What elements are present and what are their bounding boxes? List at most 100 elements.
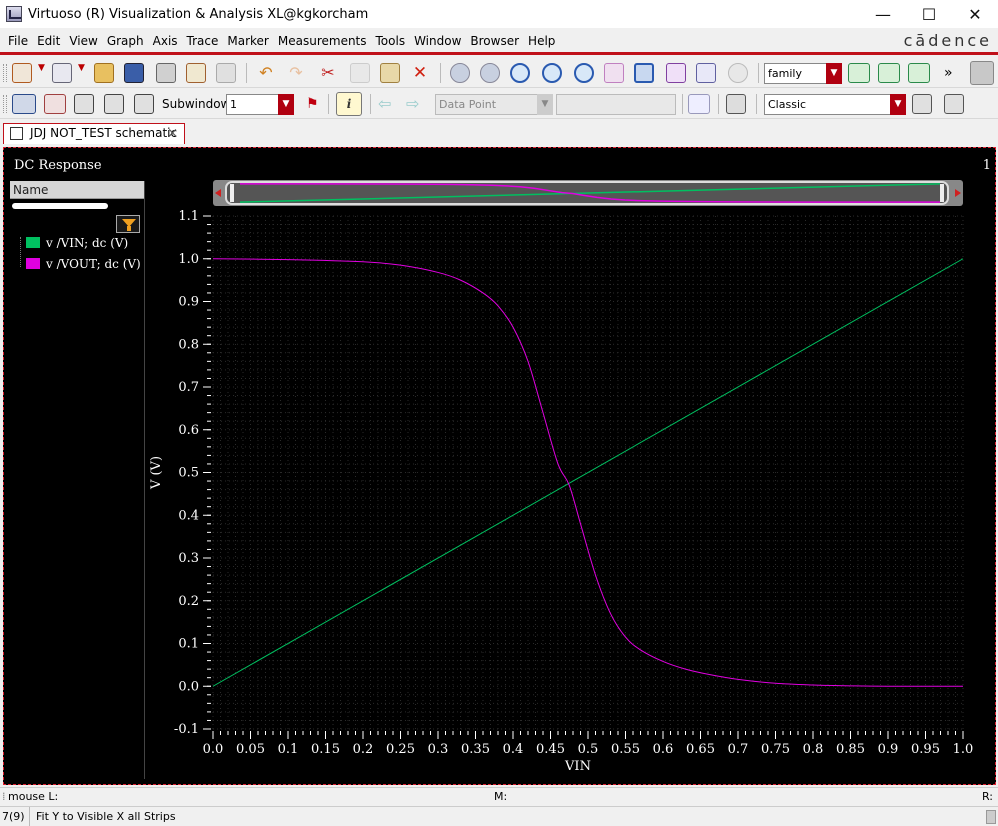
menu-measurements[interactable]: Measurements (278, 34, 367, 48)
overlay-icon[interactable] (908, 63, 930, 83)
mouse-right-label: R: (982, 790, 994, 803)
family-combo-value: family (768, 67, 802, 80)
copy-icon[interactable] (350, 63, 370, 83)
horizontal-split-icon[interactable] (74, 94, 94, 114)
style-combo[interactable]: Classic ▼ (764, 94, 906, 115)
delete-icon[interactable]: ✕ (410, 63, 430, 83)
flag-icon[interactable]: ⚑ (306, 94, 320, 114)
x-tick-label: 0.15 (311, 742, 340, 757)
overview-trace-vout (239, 183, 940, 203)
new-window-icon[interactable] (12, 63, 32, 83)
zoom-xy-icon[interactable] (696, 63, 716, 83)
maximize-button[interactable]: ☐ (906, 0, 952, 28)
zoom-x-icon[interactable] (604, 63, 624, 83)
zoom-icon[interactable] (510, 63, 530, 83)
zoom-out-circle-icon[interactable] (450, 63, 470, 83)
grid-toggle-icon[interactable] (970, 61, 994, 85)
menu-help[interactable]: Help (528, 34, 555, 48)
histogram-icon[interactable] (688, 94, 710, 114)
cards-icon[interactable] (44, 94, 66, 114)
vertical-split-icon[interactable] (104, 94, 124, 114)
x-axis-label: VIN (564, 759, 591, 774)
subwindow-title: DC Response (14, 158, 102, 173)
fit-icon[interactable] (634, 63, 654, 83)
legend-label-vin: v /VIN; dc (V) (46, 236, 129, 250)
overview-left-handle (230, 184, 234, 202)
strip-chart-icon[interactable] (848, 63, 870, 83)
x-tick-label: 0.05 (236, 742, 265, 757)
legend-header[interactable]: Name (10, 181, 144, 199)
print-icon[interactable] (156, 63, 176, 83)
legend-entry-vout[interactable]: v /VOUT; dc (V) (26, 254, 141, 274)
subwindow-combo[interactable]: 1 ▼ (226, 94, 294, 115)
zoom-disabled-icon[interactable] (728, 63, 748, 83)
cut-icon[interactable]: ✂ (318, 63, 338, 83)
window-list-icon[interactable] (912, 94, 932, 114)
chevron-down-icon[interactable]: ▼ (278, 94, 294, 115)
menu-edit[interactable]: Edit (37, 34, 60, 48)
minimize-button[interactable]: — (860, 0, 906, 28)
subwindow-label: Subwindow: (162, 97, 234, 111)
data-point-combo[interactable]: Data Point ▼ (435, 94, 553, 115)
window-title: Virtuoso (R) Visualization & Analysis XL… (28, 6, 369, 22)
paste-icon[interactable] (380, 63, 400, 83)
x-tick-label: 0.2 (353, 742, 374, 757)
menu-view[interactable]: View (69, 34, 97, 48)
chevron-down-icon[interactable]: ▼ (537, 94, 553, 115)
legend-swatch-vout (26, 258, 40, 269)
menu-trace[interactable]: Trace (187, 34, 219, 48)
info-icon[interactable]: i (336, 92, 362, 116)
save-icon[interactable] (124, 63, 144, 83)
zoom-y-icon[interactable] (666, 63, 686, 83)
menu-axis[interactable]: Axis (153, 34, 178, 48)
legend-search-input[interactable] (12, 203, 108, 209)
x-tick-label: 0.25 (386, 742, 415, 757)
resize-grip-icon[interactable] (986, 810, 996, 824)
prev-arrow-icon[interactable]: ⇦ (378, 94, 400, 114)
menu-window[interactable]: Window (414, 34, 461, 48)
tab-not-test-schematic[interactable]: JDJ NOT_TEST schematic × (3, 123, 185, 144)
stack-icon[interactable] (878, 63, 900, 83)
x-tick-label: 0.7 (728, 742, 749, 757)
menu-tools[interactable]: Tools (376, 34, 406, 48)
filter-icon[interactable] (116, 215, 140, 233)
toolbar-grip[interactable] (3, 64, 7, 82)
menu-browser[interactable]: Browser (470, 34, 519, 48)
dc-response-chart[interactable]: 0.0 0.05 0.1 0.15 0.2 0.25 0.3 0.35 0.4 0.45 0.5 0.… (4, 148, 997, 786)
print-waveform-icon[interactable] (186, 63, 206, 83)
next-arrow-icon[interactable]: ⇨ (406, 94, 428, 114)
value-field[interactable] (556, 94, 676, 115)
window-controls: — ☐ ✕ (860, 0, 998, 28)
x-tick-label: 1.0 (953, 742, 974, 757)
overview-left-arrow (215, 189, 221, 197)
open-folder-icon[interactable] (94, 63, 114, 83)
undo-icon[interactable]: ↶ (256, 63, 276, 83)
tile-icon[interactable] (134, 94, 154, 114)
zoom-in-icon[interactable] (542, 63, 562, 83)
zoom-in-circle-icon[interactable] (480, 63, 500, 83)
menu-graph[interactable]: Graph (107, 34, 144, 48)
close-subwindow-icon[interactable] (944, 94, 964, 114)
close-window-button[interactable]: ✕ (952, 0, 998, 28)
zoom-out-icon[interactable] (574, 63, 594, 83)
print-preview-icon[interactable] (216, 63, 236, 83)
overflow-icon[interactable]: » (944, 63, 964, 83)
family-combo[interactable]: family ▼ (764, 63, 842, 84)
chevron-down-icon[interactable]: ▼ (890, 94, 906, 115)
menu-file[interactable]: File (8, 34, 28, 48)
close-tab-icon[interactable]: × (167, 124, 178, 143)
redo-icon[interactable]: ↷ (286, 63, 306, 83)
y-tick-label: 0.8 (178, 337, 199, 352)
selection-wand-icon[interactable] (12, 94, 36, 114)
new-subwindow-icon[interactable] (52, 63, 72, 83)
legend-entry-vin[interactable]: v /VIN; dc (V) (26, 233, 128, 253)
chevron-down-icon[interactable]: ▼ (38, 63, 46, 83)
graph-window[interactable]: DC Response 1 Name v /VIN; dc (V) v /VOU… (3, 147, 996, 785)
chevron-down-icon[interactable]: ▼ (826, 63, 842, 84)
toolbar-grip[interactable] (3, 95, 7, 113)
app-icon (6, 6, 22, 22)
calculator-icon[interactable] (726, 94, 746, 114)
overview-right-handle (940, 184, 944, 202)
chevron-down-icon[interactable]: ▼ (78, 63, 86, 83)
menu-marker[interactable]: Marker (227, 34, 268, 48)
